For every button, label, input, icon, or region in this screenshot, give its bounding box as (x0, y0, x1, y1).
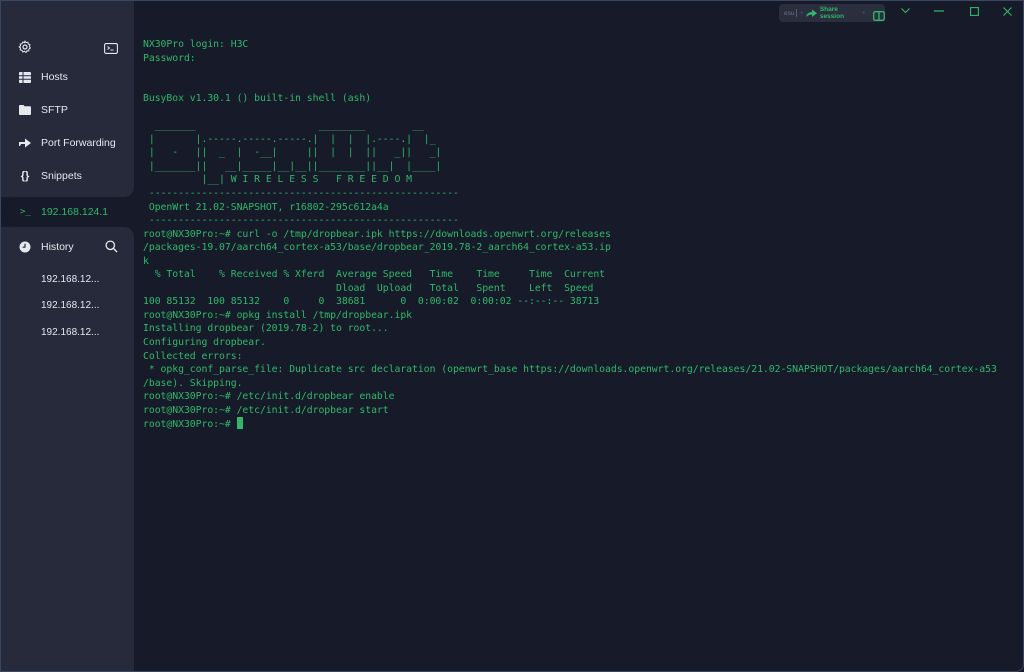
history-header: History (1, 235, 134, 259)
terminal-line: |__| W I R E L E S S F R E E D O M (143, 174, 413, 186)
sidebar-item-label: Hosts (41, 71, 68, 83)
shell-prompt: root@NX30Pro:~# (143, 419, 237, 431)
terminal-line: NX30Pro login: H3C (143, 39, 249, 50)
close-button[interactable] (999, 4, 1015, 18)
share-session-bar: esu • Share session • (779, 4, 885, 22)
terminal-line: BusyBox v1.30.1 () built-in shell (ash) (143, 93, 372, 105)
terminal-line: root@NX30Pro:~# /etc/init.d/dropbear sta… (143, 404, 389, 416)
terminal-line: _______ ________ __ (143, 120, 424, 132)
terminal-line: /packages-19.07/aarch64_cortex-a53/base/… (143, 242, 611, 254)
split-view-icon[interactable] (873, 8, 885, 21)
chevron-down-icon[interactable] (897, 4, 913, 18)
port-forwarding-icon (18, 136, 32, 150)
settings-gear-icon[interactable] (18, 40, 32, 54)
divider (796, 9, 798, 17)
separator-dot: • (800, 9, 803, 17)
sidebar-item-sftp[interactable]: SFTP (1, 98, 134, 122)
terminal-line: Dload Upload Total Spent Left Speed (143, 282, 594, 294)
terminal-output[interactable]: NX30Pro login: H3C Password: BusyBox v1.30… (143, 38, 1023, 658)
folder-icon (18, 103, 32, 117)
terminal-line: ----------------------------------------… (143, 188, 459, 200)
terminal-line: | - || _ | -__| || | | || _|| _| (143, 147, 442, 159)
sidebar-item-hosts[interactable]: Hosts (1, 65, 134, 89)
terminal-line: root@NX30Pro:~# opkg install /tmp/dropbe… (143, 309, 413, 321)
terminal-line: k (143, 255, 149, 267)
terminal-line: Installing dropbear (2019.78-2) to root.… (143, 323, 389, 335)
separator-dot: • (862, 9, 865, 17)
history-item[interactable]: 192.168.12... (41, 274, 99, 285)
terminal-line: 100 85132 100 85132 0 0 38681 0 0:00:02 … (143, 296, 600, 308)
minimize-button[interactable] (931, 4, 947, 18)
sidebar-item-snippets[interactable]: {} Snippets (1, 164, 134, 188)
terminal-line: % Total % Received % Xferd Average Speed… (143, 269, 606, 281)
terminal-line: |_______|| __|_____|__|__||________||__|… (143, 160, 442, 172)
sidebar-item-port-forwarding[interactable]: Port Forwarding (1, 131, 134, 155)
new-terminal-icon[interactable] (104, 41, 118, 54)
terminal-prompt-icon: >_ (20, 207, 31, 217)
snippets-icon: {} (20, 170, 30, 182)
sidebar-item-label: Snippets (41, 170, 82, 182)
terminal-line: /base). Skipping. (143, 377, 243, 389)
active-session-tab[interactable]: >_ 192.168.124.1 (7, 199, 134, 225)
terminal-line: root@NX30Pro:~# /etc/init.d/dropbear ena… (143, 391, 395, 403)
active-session-label: 192.168.124.1 (41, 206, 109, 218)
terminal-line: OpenWrt 21.02-SNAPSHOT, r16802-295c612a4… (143, 201, 389, 213)
app-window: Hosts SFTP Port Forwarding {} Snippets >… (0, 0, 1024, 672)
shortcut-hint: esu (784, 9, 795, 17)
share-icon[interactable] (805, 9, 817, 18)
share-session-button[interactable]: Share session (820, 6, 860, 20)
history-item[interactable]: 192.168.12... (41, 300, 99, 311)
sidebar: Hosts SFTP Port Forwarding {} Snippets >… (1, 1, 134, 671)
terminal-line: | |.-----.-----.-----.| | | |.----.| |_ (143, 133, 436, 145)
terminal-line: * opkg_conf_parse_file: Duplicate src de… (143, 364, 997, 376)
terminal-cursor (236, 417, 243, 430)
history-label: History (41, 241, 74, 253)
terminal-line: ----------------------------------------… (143, 215, 459, 227)
sidebar-item-label: Port Forwarding (41, 137, 116, 149)
search-icon[interactable] (105, 240, 119, 254)
history-panel (1, 227, 134, 671)
sidebar-nav-panel: Hosts SFTP Port Forwarding {} Snippets (1, 1, 134, 197)
sidebar-item-label: SFTP (41, 104, 68, 116)
terminal-line: Configuring dropbear. (143, 337, 266, 349)
hosts-icon (18, 70, 32, 84)
terminal-line: Password: (143, 52, 196, 64)
terminal-line: root@NX30Pro:~# curl -o /tmp/dropbear.ip… (143, 228, 611, 240)
history-item[interactable]: 192.168.12... (41, 327, 99, 338)
terminal-prompt-line[interactable]: root@NX30Pro:~# (143, 417, 1023, 431)
clock-icon (18, 240, 32, 254)
terminal-line: Collected errors: (143, 350, 243, 362)
maximize-button[interactable] (966, 4, 982, 18)
